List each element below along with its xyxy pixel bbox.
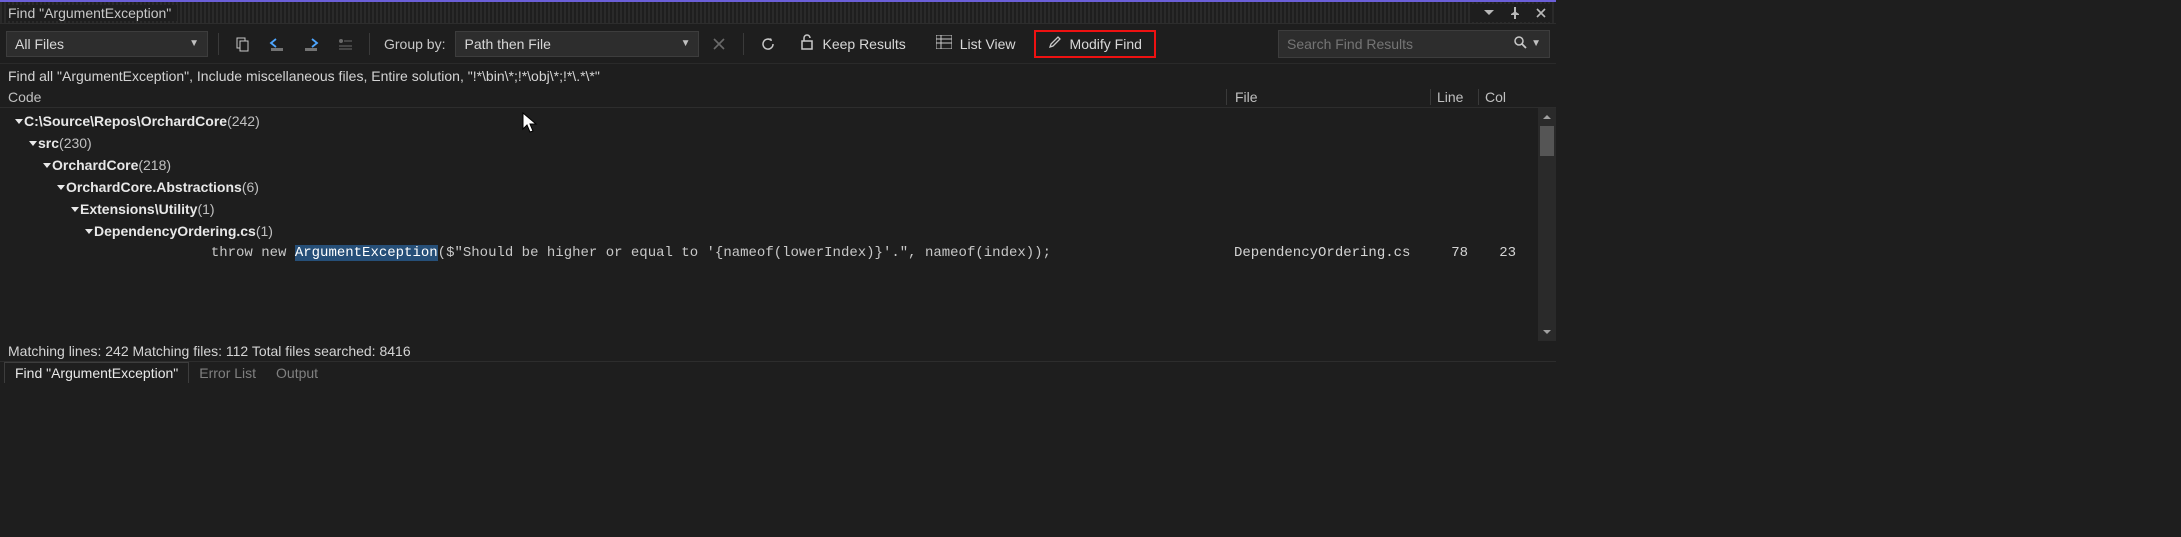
- column-line[interactable]: Line: [1430, 89, 1478, 105]
- list-view-label: List View: [960, 36, 1016, 52]
- pin-button[interactable]: [1504, 4, 1526, 22]
- keep-results-button[interactable]: Keep Results: [788, 30, 917, 58]
- tree-count: (1): [256, 223, 273, 239]
- results-area: C:\Source\Repos\OrchardCore (242) src (2…: [0, 108, 1556, 341]
- search-results-input[interactable]: [1287, 36, 1513, 52]
- vertical-scrollbar[interactable]: [1538, 108, 1556, 341]
- scroll-down-icon[interactable]: [1538, 323, 1556, 341]
- chevron-down-icon[interactable]: ▼: [1531, 38, 1541, 49]
- expand-icon[interactable]: [56, 182, 66, 192]
- expand-icon[interactable]: [42, 160, 52, 170]
- copy-icon[interactable]: [229, 31, 257, 57]
- modify-find-button[interactable]: Modify Find: [1034, 30, 1156, 58]
- panel-title: Find "ArgumentException": [8, 5, 177, 21]
- clear-filter-icon[interactable]: [331, 31, 359, 57]
- panel-titlebar: Find "ArgumentException": [0, 2, 1556, 24]
- search-results-box[interactable]: ▼: [1278, 30, 1550, 58]
- chevron-down-icon: ▼: [189, 38, 199, 49]
- tree-node[interactable]: C:\Source\Repos\OrchardCore (242): [0, 110, 1556, 132]
- group-by-value: Path then File: [464, 36, 550, 52]
- list-view-button[interactable]: List View: [924, 30, 1028, 58]
- match-highlight: ArgumentException: [295, 245, 438, 261]
- result-line: 78: [1430, 245, 1478, 261]
- expand-icon[interactable]: [70, 204, 80, 214]
- tree-node[interactable]: DependencyOrdering.cs (1): [0, 220, 1556, 242]
- column-code[interactable]: Code: [8, 89, 1226, 105]
- expand-icon[interactable]: [14, 116, 24, 126]
- tree-node[interactable]: OrchardCore.Abstractions (6): [0, 176, 1556, 198]
- result-col: 23: [1478, 245, 1538, 261]
- keep-results-label: Keep Results: [822, 36, 905, 52]
- tree-label: src: [38, 135, 59, 151]
- tree-node[interactable]: OrchardCore (218): [0, 154, 1556, 176]
- bottom-tab-bar: Find "ArgumentException" Error List Outp…: [0, 361, 1556, 383]
- remove-grouping-icon[interactable]: [705, 31, 733, 57]
- column-col[interactable]: Col: [1478, 89, 1538, 105]
- tab-error-list[interactable]: Error List: [189, 363, 266, 383]
- pencil-icon: [1048, 35, 1062, 52]
- tree-count: (230): [59, 135, 92, 151]
- scrollbar-thumb[interactable]: [1540, 126, 1554, 156]
- tree-label: DependencyOrdering.cs: [94, 223, 256, 239]
- list-icon: [936, 35, 952, 52]
- scope-combo[interactable]: All Files ▼: [6, 31, 208, 57]
- column-file[interactable]: File: [1226, 89, 1430, 105]
- scope-combo-value: All Files: [15, 36, 64, 52]
- tree-label: C:\Source\Repos\OrchardCore: [24, 113, 227, 129]
- tree-label: OrchardCore: [52, 157, 138, 173]
- toolbar: All Files ▼ Group by: Path then File ▼: [0, 24, 1556, 64]
- tree-node[interactable]: src (230): [0, 132, 1556, 154]
- query-summary: Find all "ArgumentException", Include mi…: [0, 64, 1556, 86]
- modify-find-label: Modify Find: [1070, 36, 1142, 52]
- search-icon[interactable]: [1513, 35, 1527, 52]
- close-button[interactable]: [1530, 4, 1552, 22]
- group-by-label: Group by:: [380, 36, 449, 52]
- lock-icon: [800, 34, 814, 53]
- tree-node[interactable]: Extensions\Utility (1): [0, 198, 1556, 220]
- window-menu-button[interactable]: [1478, 4, 1500, 22]
- tree-label: OrchardCore.Abstractions: [66, 179, 242, 195]
- tab-find-results[interactable]: Find "ArgumentException": [4, 362, 189, 383]
- tab-output[interactable]: Output: [266, 363, 328, 383]
- chevron-down-icon: ▼: [681, 38, 691, 49]
- tree-count: (1): [197, 201, 214, 217]
- expand-icon[interactable]: [28, 138, 38, 148]
- tree-count: (6): [242, 179, 259, 195]
- tree-count: (242): [227, 113, 260, 129]
- result-file: DependencyOrdering.cs: [1226, 245, 1430, 261]
- tree-label: Extensions\Utility: [80, 201, 197, 217]
- status-line: Matching lines: 242 Matching files: 112 …: [0, 341, 1556, 361]
- next-result-icon[interactable]: [297, 31, 325, 57]
- result-row[interactable]: throw new ArgumentException($"Should be …: [0, 242, 1556, 264]
- tree-count: (218): [138, 157, 171, 173]
- prev-result-icon[interactable]: [263, 31, 291, 57]
- expand-icon[interactable]: [84, 226, 94, 236]
- column-headers: Code File Line Col: [0, 86, 1556, 108]
- refresh-icon[interactable]: [754, 31, 782, 57]
- scroll-up-icon[interactable]: [1538, 108, 1556, 126]
- group-by-combo[interactable]: Path then File ▼: [455, 31, 699, 57]
